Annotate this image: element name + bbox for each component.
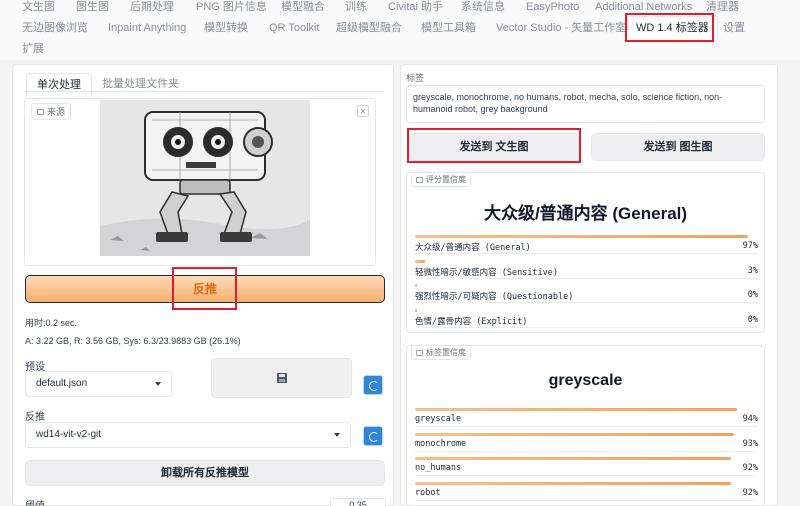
tab-settings[interactable]: 设置 bbox=[723, 21, 745, 35]
threshold-input[interactable]: 0.35 bbox=[330, 498, 386, 506]
confidence-percent: 92% bbox=[742, 463, 758, 473]
tab-additional-networks[interactable]: Additional Networks bbox=[595, 0, 692, 14]
tab-png-info[interactable]: PNG 图片信息 bbox=[196, 0, 267, 14]
subtab-batch[interactable]: 批量处理文件夹 bbox=[102, 77, 179, 91]
row-divider bbox=[415, 302, 758, 303]
confidence-bar bbox=[415, 235, 748, 238]
interrogator-value: wd14-vit-v2-git bbox=[36, 429, 102, 440]
tag-confidence-label: 标签置信度 bbox=[411, 345, 471, 360]
tag-confidence-label-text: 标签置信度 bbox=[426, 348, 466, 357]
row-divider bbox=[415, 326, 758, 328]
tab-sysinfo[interactable]: 系统信息 bbox=[461, 0, 505, 14]
close-icon[interactable]: × bbox=[357, 105, 369, 117]
threshold-label: 阈值 bbox=[25, 497, 45, 506]
interrogator-label: 反推 bbox=[25, 412, 45, 423]
row-divider bbox=[415, 253, 758, 254]
save-preset-button[interactable] bbox=[211, 358, 352, 398]
tab-vector-studio[interactable]: Vector Studio - 矢量工作室 bbox=[496, 21, 626, 35]
source-label-text: 来源 bbox=[47, 107, 66, 117]
robot-illustration bbox=[100, 100, 310, 256]
tab-extensions[interactable]: 扩展 bbox=[22, 42, 44, 56]
tab-civitai[interactable]: Civitai 助手 bbox=[388, 0, 443, 14]
confidence-percent: 0% bbox=[747, 290, 758, 300]
tab-model-convert[interactable]: 模型转换 bbox=[204, 21, 248, 35]
send-to-txt2img-button[interactable]: 发送到 文生图 bbox=[409, 133, 579, 161]
confidence-percent: 94% bbox=[742, 414, 758, 424]
tab-model-toolbox[interactable]: 模型工具箱 bbox=[421, 21, 476, 35]
confidence-name: monochrome bbox=[415, 438, 467, 449]
confidence-bar bbox=[415, 457, 731, 460]
preset-select[interactable]: default.json bbox=[25, 371, 172, 397]
chevron-down-icon bbox=[334, 433, 340, 437]
confidence-name: no_humans bbox=[415, 463, 462, 473]
label-icon bbox=[416, 176, 423, 183]
refresh-interrogator-icon[interactable] bbox=[363, 426, 383, 446]
confidence-percent: 3% bbox=[747, 265, 758, 276]
robot-image bbox=[100, 100, 310, 256]
tab-infinite-browser[interactable]: 无边图像浏览 bbox=[22, 21, 88, 35]
label-icon bbox=[416, 349, 423, 356]
rating-label: 评分置信度 bbox=[411, 172, 471, 187]
memory-usage: A: 3.22 GB, R: 3.56 GB, Sys: 6.3/23.9883… bbox=[25, 336, 241, 346]
tag-confidence-card: 标签置信度 greyscale greyscale 94% monochrome 93… bbox=[406, 345, 765, 506]
rating-title: 大众级/普通内容 (General) bbox=[483, 204, 688, 223]
confidence-bar bbox=[415, 259, 426, 263]
tag-confidence-title: greyscale bbox=[548, 372, 623, 389]
row-divider bbox=[415, 450, 758, 452]
tab-wd14-tagger[interactable]: WD 1.4 标签器 bbox=[627, 16, 718, 39]
preset-value: default.json bbox=[36, 378, 88, 389]
confidence-percent: 93% bbox=[742, 438, 758, 449]
confidence-name: 轻微性暗示/敏感内容 (Sensitive) bbox=[415, 267, 559, 278]
tab-inpaint-anything[interactable]: Inpaint Anything bbox=[108, 21, 186, 35]
top-nav: 文生图 图生图 后期处理 PNG 图片信息 模型融合 训练 Civitai 助手… bbox=[0, 0, 800, 60]
confidence-bar bbox=[415, 408, 738, 411]
row-divider bbox=[415, 277, 758, 279]
confidence-percent: 97% bbox=[742, 241, 758, 251]
confidence-bar bbox=[415, 432, 734, 436]
confidence-bar bbox=[415, 284, 417, 287]
subtab-single[interactable]: 单次处理 bbox=[26, 73, 92, 97]
chevron-down-icon bbox=[155, 382, 161, 386]
confidence-name: 大众级/普通内容 (General) bbox=[415, 243, 531, 253]
tab-super-merge[interactable]: 超级模型融合 bbox=[336, 21, 402, 35]
source-label: 来源 bbox=[31, 103, 72, 120]
row-divider bbox=[415, 426, 758, 427]
row-divider bbox=[415, 475, 758, 476]
send-to-img2img-button[interactable]: 发送到 图生图 bbox=[591, 133, 765, 161]
confidence-percent: 0% bbox=[747, 314, 758, 325]
subtab-divider bbox=[24, 91, 384, 92]
elapsed-time: 用时:0.2 sec. bbox=[25, 318, 78, 328]
tab-img2img[interactable]: 图生图 bbox=[76, 0, 109, 14]
tab-extras[interactable]: 后期处理 bbox=[130, 0, 174, 14]
tab-train[interactable]: 训练 bbox=[345, 0, 367, 14]
confidence-bar bbox=[415, 308, 417, 312]
rating-card: 评分置信度 大众级/普通内容 (General) 大众级/普通内容 (Gener… bbox=[406, 172, 765, 333]
row-divider bbox=[415, 499, 758, 501]
save-icon bbox=[277, 373, 287, 383]
tab-txt2img[interactable]: 文生图 bbox=[22, 0, 55, 14]
confidence-name: 强烈性暗示/可疑内容 (Questionable) bbox=[415, 292, 574, 302]
confidence-bar bbox=[415, 481, 731, 485]
interrogator-select[interactable]: wd14-vit-v2-git bbox=[25, 422, 351, 448]
confidence-name: greyscale bbox=[415, 414, 462, 424]
rating-label-text: 评分置信度 bbox=[426, 175, 466, 184]
image-icon bbox=[37, 108, 44, 115]
tags-textarea[interactable]: greyscale, monochrome, no humans, robot,… bbox=[406, 85, 765, 123]
confidence-name: 色情/露骨内容 (Explicit) bbox=[415, 316, 528, 327]
tab-qr-toolkit[interactable]: QR Toolkit bbox=[269, 21, 320, 35]
tab-cleaner[interactable]: 清理器 bbox=[706, 0, 739, 14]
tab-merge[interactable]: 模型融合 bbox=[281, 0, 325, 14]
interrogate-button[interactable]: 反推 bbox=[25, 275, 385, 303]
confidence-percent: 92% bbox=[742, 487, 758, 498]
tags-label: 标签 bbox=[406, 73, 425, 83]
confidence-name: robot bbox=[415, 487, 441, 498]
tab-easyphoto[interactable]: EasyPhoto bbox=[526, 0, 579, 14]
unload-models-button[interactable]: 卸载所有反推模型 bbox=[25, 460, 385, 486]
refresh-preset-icon[interactable] bbox=[363, 375, 383, 395]
